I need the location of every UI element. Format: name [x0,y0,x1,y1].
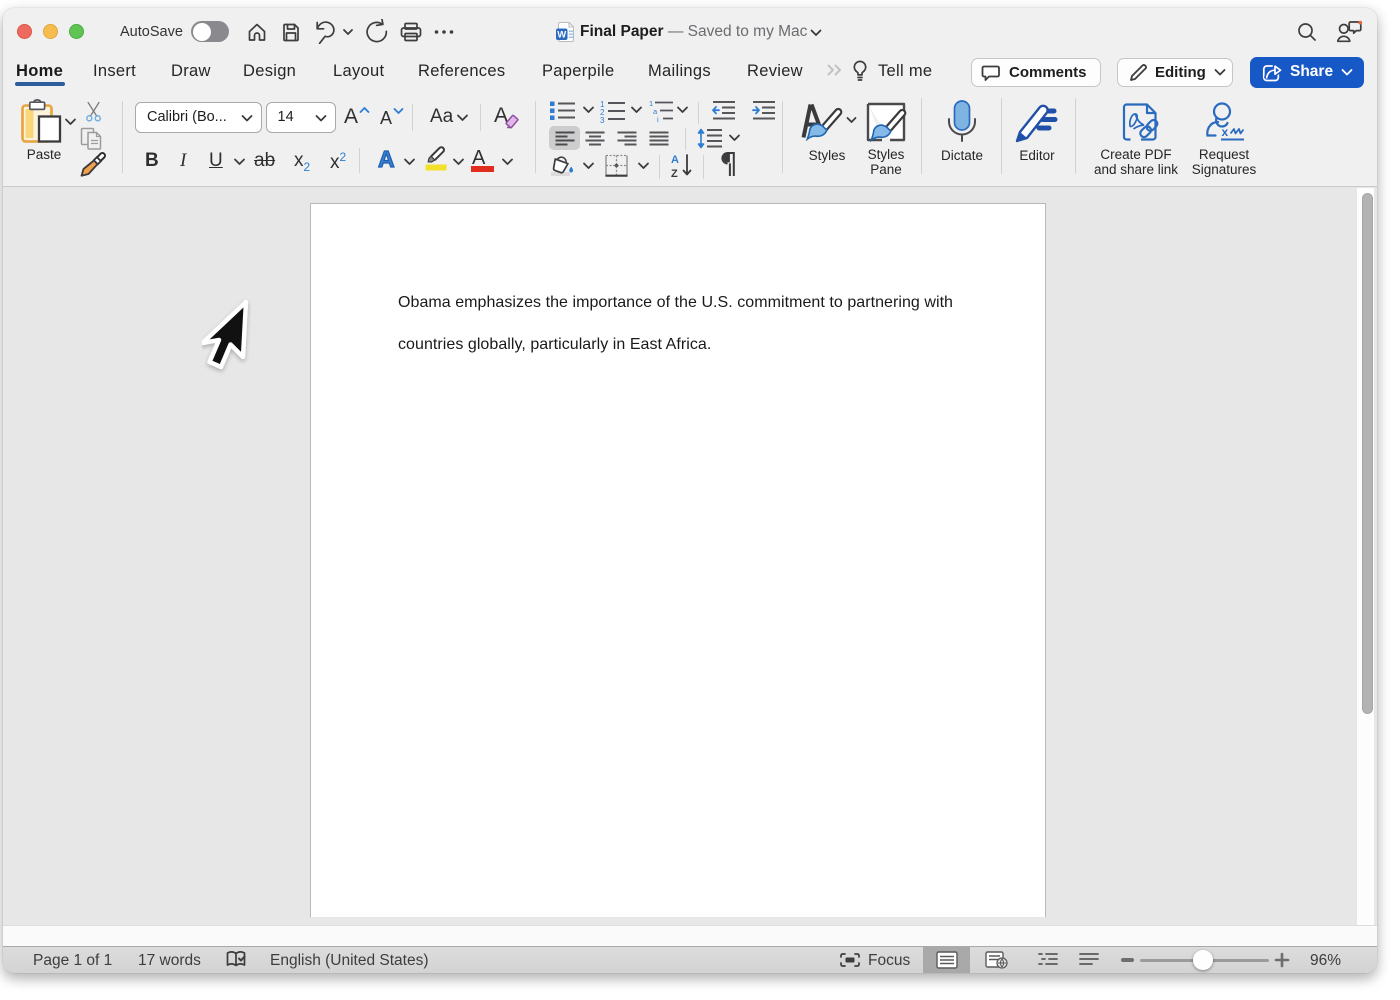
svg-text:W: W [557,30,566,41]
svg-text:3: 3 [600,116,605,123]
svg-text:i: i [657,115,659,123]
svg-text:x: x [1222,125,1229,139]
svg-text:A: A [671,154,679,166]
svg-text:Z: Z [671,168,678,179]
